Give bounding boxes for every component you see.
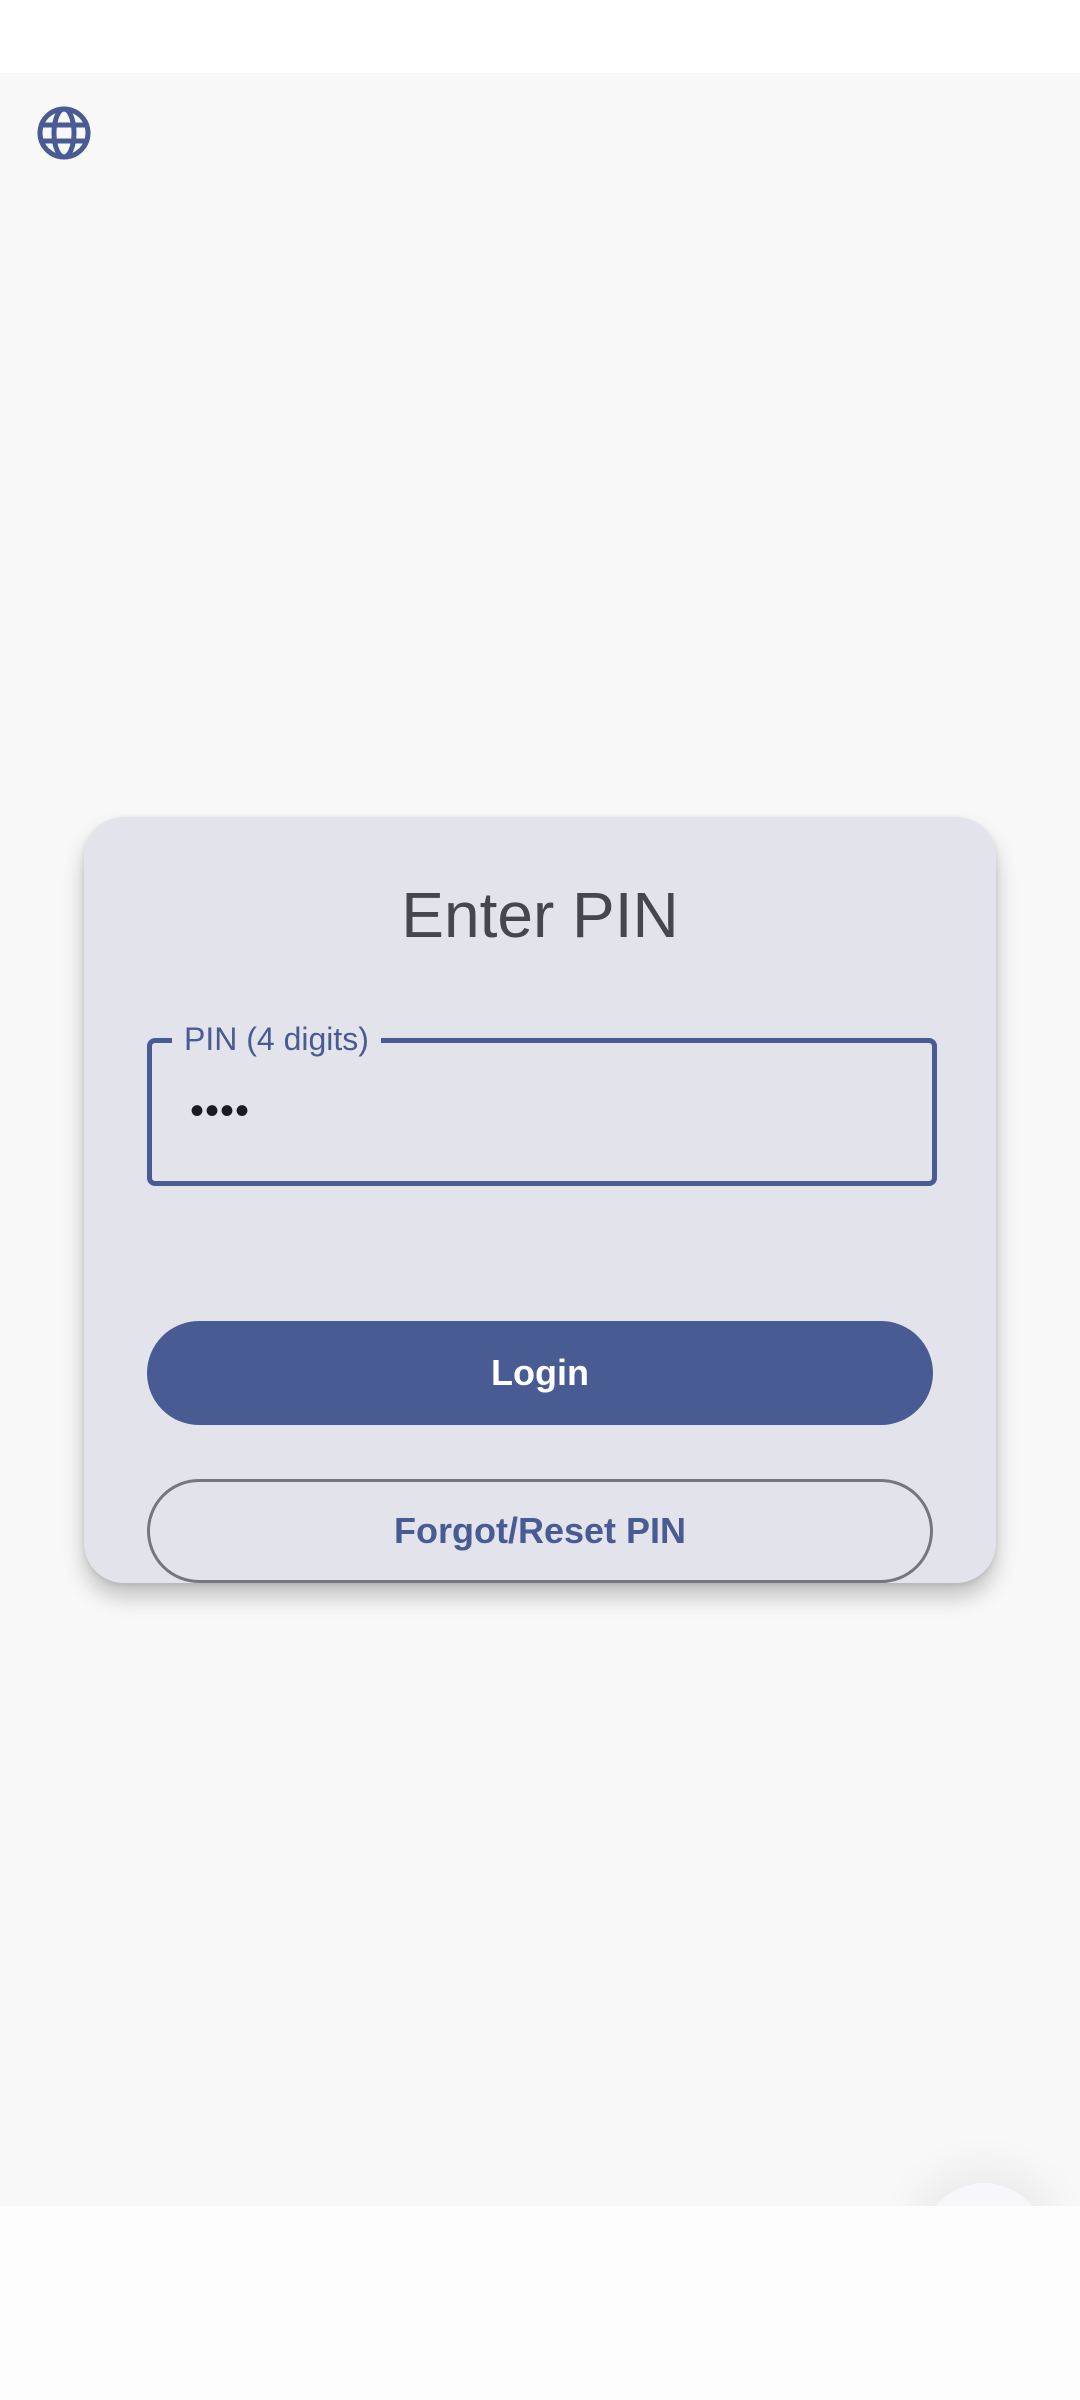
card-title: Enter PIN [401, 879, 679, 951]
login-button[interactable]: Login [147, 1321, 933, 1425]
login-button-label: Login [491, 1352, 589, 1393]
pin-input-value: •••• [190, 1089, 251, 1133]
forgot-reset-pin-button[interactable]: Forgot/Reset PIN [147, 1479, 933, 1583]
app-content: Enter PIN PIN (4 digits) •••• Login Forg… [0, 73, 1080, 2206]
globe-icon [37, 106, 91, 160]
forgot-reset-pin-label: Forgot/Reset PIN [393, 1510, 687, 1551]
navigation-bar [0, 2206, 1080, 2400]
pin-input[interactable]: PIN (4 digits) •••• [147, 1017, 937, 1186]
floating-action-button[interactable] [922, 2183, 1046, 2206]
pin-input-label: PIN (4 digits) [172, 1017, 381, 1061]
pin-card: Enter PIN PIN (4 digits) •••• Login Forg… [84, 817, 996, 1583]
language-button[interactable] [28, 97, 100, 169]
status-bar [0, 0, 1080, 73]
